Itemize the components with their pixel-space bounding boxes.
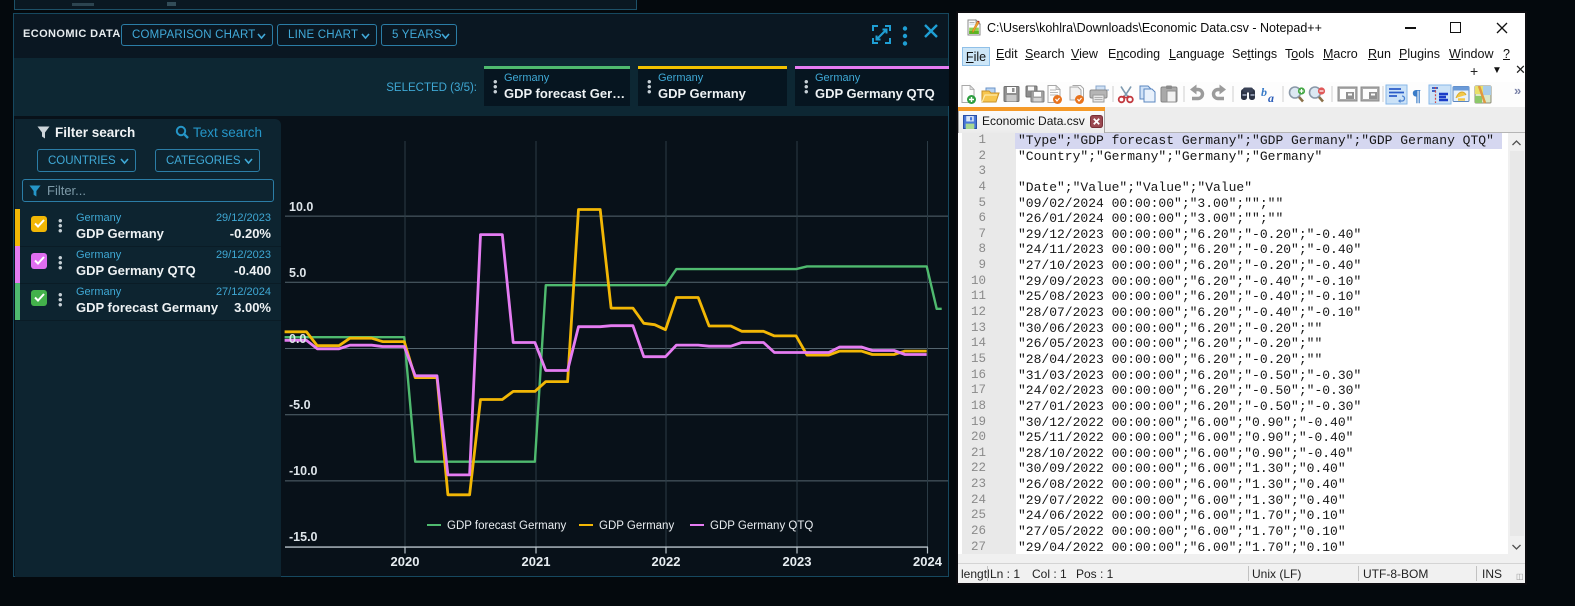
svg-text:¶: ¶ (1412, 86, 1421, 105)
svg-text:b: b (1261, 85, 1267, 99)
svg-text:»: » (1514, 83, 1521, 98)
svg-text:a: a (1268, 91, 1274, 105)
